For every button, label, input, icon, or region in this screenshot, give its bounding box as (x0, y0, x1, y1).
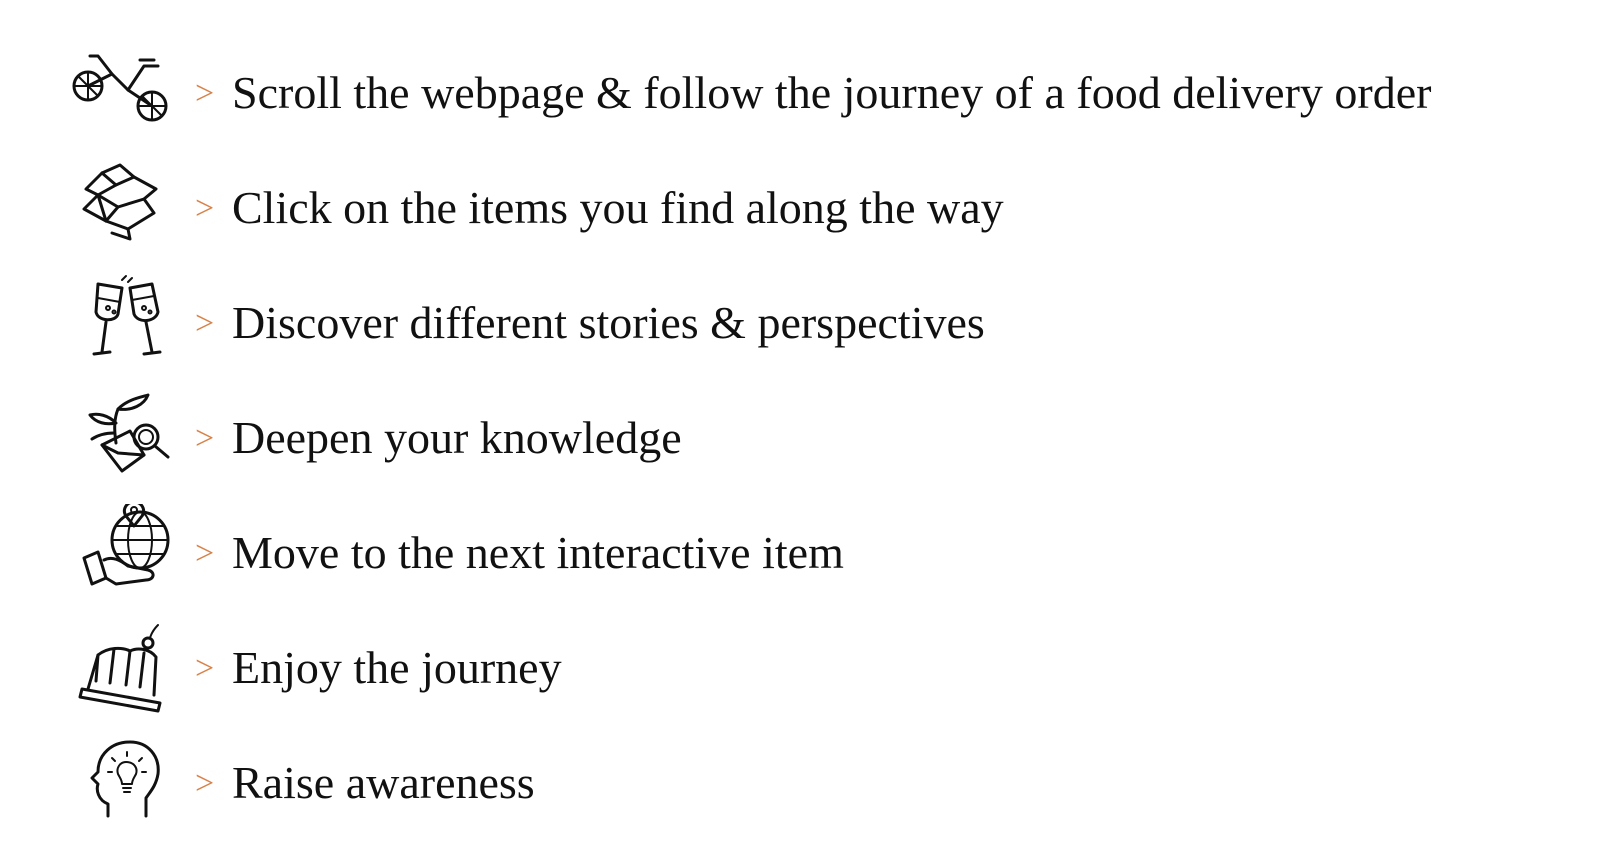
step-label: Scroll the webpage & follow the journey … (232, 67, 1432, 118)
arrow-marker: > (195, 305, 215, 342)
bicycle-icon (68, 44, 178, 140)
arrow-marker: > (195, 535, 215, 572)
list-item: > Discover different stories & perspecti… (0, 274, 1600, 384)
arrow-marker: > (195, 420, 215, 457)
cake-icon (68, 619, 178, 715)
list-item: > Deepen your knowledge (0, 389, 1600, 499)
step-label: Move to the next interactive item (232, 527, 844, 578)
list-item: > Click on the items you find along the … (0, 159, 1600, 269)
arrow-marker: > (195, 75, 215, 112)
step-label: Click on the items you find along the wa… (232, 182, 1004, 233)
globe-hand-icon (68, 504, 178, 600)
instruction-list: > Scroll the webpage & follow the journe… (0, 0, 1600, 856)
arrow-marker: > (195, 190, 215, 227)
step-label: Enjoy the journey (232, 642, 562, 693)
list-item: > Enjoy the journey (0, 619, 1600, 729)
plant-magnifier-icon (68, 389, 178, 485)
list-item: > Raise awareness (0, 734, 1600, 844)
open-box-icon (68, 159, 178, 255)
step-label: Raise awareness (232, 757, 535, 808)
step-label: Discover different stories & perspective… (232, 297, 985, 348)
arrow-marker: > (195, 765, 215, 802)
list-item: > Scroll the webpage & follow the journe… (0, 44, 1600, 154)
list-item: > Move to the next interactive item (0, 504, 1600, 614)
head-lightbulb-icon (68, 734, 178, 830)
wine-glasses-icon (68, 274, 178, 370)
step-label: Deepen your knowledge (232, 412, 682, 463)
arrow-marker: > (195, 650, 215, 687)
